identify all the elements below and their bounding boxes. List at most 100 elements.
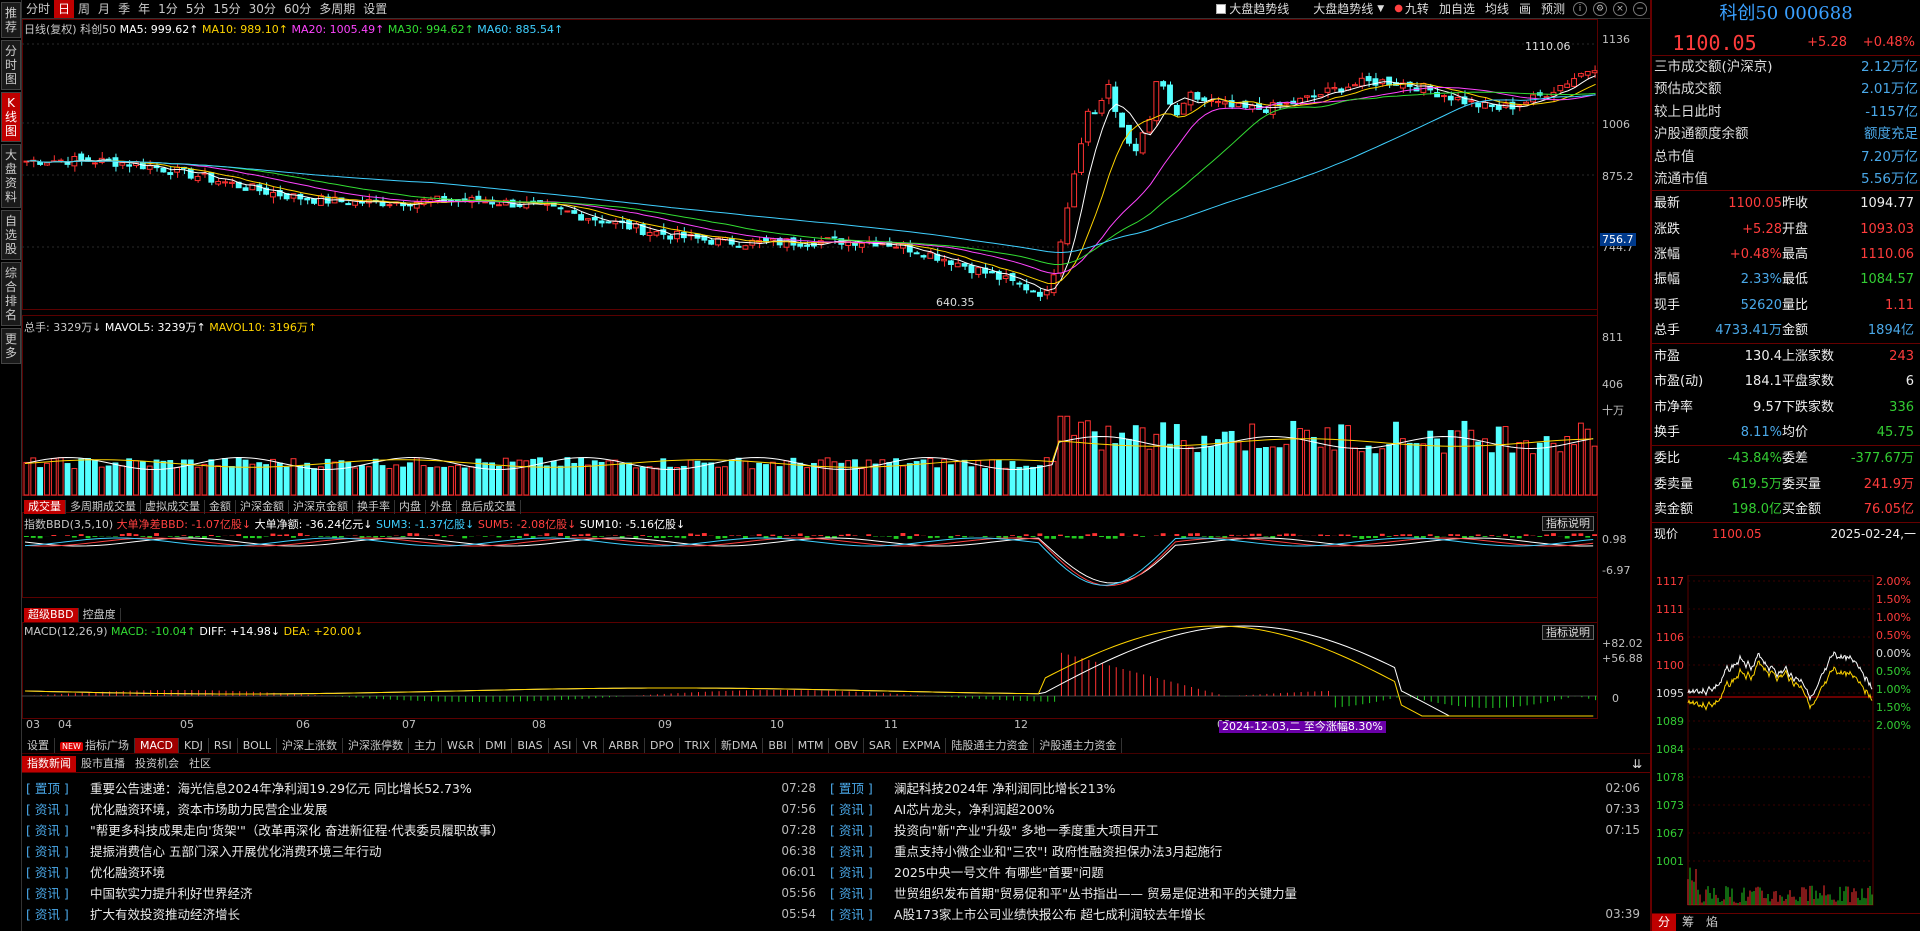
indicator-wr[interactable]: W&R [442,738,481,753]
period-week[interactable]: 周 [74,0,94,18]
indicator-sar[interactable]: SAR [864,738,898,753]
news-item[interactable]: [ 资讯 ] 扩大有效投资推动经济增长 05:54 [26,903,816,924]
news-item[interactable]: [ 资讯 ] AI芯片龙头，净利润超200% 07:33 [830,798,1640,819]
period-day[interactable]: 日 [54,0,75,18]
quote-row: 总手 4733.41万 金额 1894亿 [1652,318,1920,343]
tab-kline[interactable]: K线图 [1,92,21,142]
market-trend-dropdown[interactable]: 大盘趋势线 ▼ [1308,0,1389,18]
indicator-square[interactable]: NEW 指标广场 [55,738,135,753]
indicator-hgt-fund[interactable]: 沪股通主力资金 [1034,738,1123,753]
subtab-outer[interactable]: 外盘 [426,500,457,514]
news-item[interactable]: [ 资讯 ] 2025中央一号文件 有哪些"首要"问题 [830,861,1640,882]
close-icon[interactable]: × [1613,2,1627,16]
tab-timeshare[interactable]: 分时图 [1,40,21,90]
news-item[interactable]: [ 资讯 ] 优化融资环境 06:01 [26,861,816,882]
news-item[interactable]: [ 资讯 ] 世贸组织发布首期"贸易促和平"丛书指出—— 贸易是促进和平的关键力量 [830,882,1640,903]
indicator-mtm[interactable]: MTM [793,738,830,753]
indicator-trix[interactable]: TRIX [680,738,716,753]
indicator-dpo[interactable]: DPO [645,738,680,753]
news-tab-live[interactable]: 股市直播 [76,756,130,772]
subtab-multi-volume[interactable]: 多周期成交量 [66,500,141,514]
subtab-hs-amount[interactable]: 沪深金额 [236,500,289,514]
period-60min[interactable]: 60分 [280,0,315,18]
indicator-dmi[interactable]: DMI [480,738,513,753]
info-icon[interactable]: i [1573,2,1587,16]
indicator-expma[interactable]: EXPMA [897,738,947,753]
subtab-inner[interactable]: 内盘 [395,500,426,514]
indicator-main[interactable]: 主力 [409,738,443,753]
subtab-turnover[interactable]: 换手率 [353,500,395,514]
news-tab-community[interactable]: 社区 [184,756,216,772]
bottom-tab-fen[interactable]: 分 [1652,914,1677,931]
minimize-icon[interactable]: − [1633,2,1647,16]
high-label: 1110.06 [1525,40,1571,53]
collapse-news-icon[interactable]: ⇊ [1632,757,1642,771]
subtab-hsj-amount[interactable]: 沪深京金额 [289,500,353,514]
indicator-kdj[interactable]: KDJ [179,738,209,753]
news-tab-index[interactable]: 指数新闻 [22,756,76,772]
news-item[interactable]: [ 置顶 ] 重要公告速递：海光信息2024年净利润19.29亿元 同比增长52.… [26,777,816,798]
indicator-new-dma[interactable]: 新DMA [716,738,764,753]
period-30min[interactable]: 30分 [245,0,280,18]
indicator-boll[interactable]: BOLL [238,738,278,753]
indicator-hs-up[interactable]: 沪深上涨数 [277,738,344,753]
period-settings[interactable]: 设置 [359,0,391,18]
tab-watchlist[interactable]: 自选股 [1,210,21,260]
ma-button[interactable]: 均线 [1480,0,1514,18]
draw-button[interactable]: 画 [1514,0,1536,18]
period-timeshare[interactable]: 分时 [22,0,54,18]
candle-body [913,252,920,255]
news-item[interactable]: [ 资讯 ] 优化融资环境，资本市场助力民营企业发展 07:56 [26,798,816,819]
market-trend-checkbox[interactable]: 大盘趋势线 [1211,0,1294,18]
indicator-lgt-fund[interactable]: 陆股通主力资金 [946,738,1035,753]
news-item[interactable]: [ 置顶 ] 澜起科技2024年 净利润同比增长213% 02:06 [830,777,1640,798]
quote-label: 市盈 [1654,349,1681,365]
indicator-obv[interactable]: OBV [829,738,864,753]
news-tab-opportunity[interactable]: 投资机会 [130,756,184,772]
period-month[interactable]: 月 [94,0,114,18]
news-item[interactable]: [ 资讯 ] 提振消费信心 五部门深入开展优化消费环境三年行动 06:38 [26,840,816,861]
period-5min[interactable]: 5分 [182,0,210,18]
subtab-after-hours[interactable]: 盘后成交量 [457,500,521,514]
period-15min[interactable]: 15分 [209,0,244,18]
tab-more[interactable]: 更多 [1,328,21,364]
news-item[interactable]: [ 资讯 ] 投资向"新"产业"升级" 多地一季度重大项目开工 07:15 [830,819,1640,840]
indicator-vr[interactable]: VR [577,738,604,753]
news-item[interactable]: [ 资讯 ] "帮更多科技成果走向'货架'"（改革再深化 奋进新征程·代表委员履职… [26,819,816,840]
indicator-bbi[interactable]: BBI [763,738,793,753]
indicator-settings[interactable]: 设置 [22,738,55,753]
nine-turn-button[interactable]: ● 九转 [1389,0,1434,18]
kline-chart-area[interactable]: 日线(复权) 科创50 MA5: 999.62↑ MA10: 989.10↑ M… [22,19,1650,733]
indicator-bias[interactable]: BIAS [512,738,549,753]
indicator-hs-limit[interactable]: 沪深涨停数 [343,738,410,753]
macd-help-button[interactable]: 指标说明 [1542,625,1594,640]
subtab-volume[interactable]: 成交量 [24,500,66,514]
subtab-virtual-volume[interactable]: 虚拟成交量 [141,500,205,514]
tab-market-info[interactable]: 大盘资料 [1,144,21,208]
indicator-arbr[interactable]: ARBR [604,738,645,753]
indicator-macd[interactable]: MACD [134,738,179,753]
news-item[interactable]: [ 资讯 ] A股173家上市公司业绩快报公布 超七成利润较去年增长 03:39 [830,903,1640,924]
indicator-rsi[interactable]: RSI [209,738,238,753]
subtab-control[interactable]: 控盘度 [79,608,121,622]
news-item[interactable]: [ 资讯 ] 重点支持小微企业和"三农"! 政府性融资担保办法3月起施行 [830,840,1640,861]
candle-body [804,244,810,247]
add-watchlist-button[interactable]: 加自选 [1434,0,1480,18]
bbd-help-button[interactable]: 指标说明 [1542,516,1594,531]
news-item[interactable]: [ 资讯 ] 中国软实力提升利好世界经济 05:56 [26,882,816,903]
settings-icon[interactable]: ⚙ [1593,2,1607,16]
period-multi[interactable]: 多周期 [315,0,359,18]
indicator-asi[interactable]: ASI [549,738,578,753]
subtab-super-bbd[interactable]: 超级BBD [24,608,79,622]
macd-y-tick-top: +82.02 [1602,637,1643,650]
period-quarter[interactable]: 季 [114,0,134,18]
forecast-button[interactable]: 预测 [1536,0,1570,18]
period-1min[interactable]: 1分 [154,0,182,18]
period-year[interactable]: 年 [134,0,154,18]
subtab-amount[interactable]: 金额 [205,500,236,514]
intraday-mini-chart[interactable]: 1117 1111 1106 1100 1095 1089 1084 1078 1073 1067… [1652,574,1920,915]
bottom-tab-chou[interactable]: 筹 [1676,914,1700,931]
bottom-tab-yan[interactable]: 焰 [1700,914,1724,931]
tab-ranking[interactable]: 综合排名 [1,262,21,326]
tab-recommend[interactable]: 推荐 [1,2,21,38]
